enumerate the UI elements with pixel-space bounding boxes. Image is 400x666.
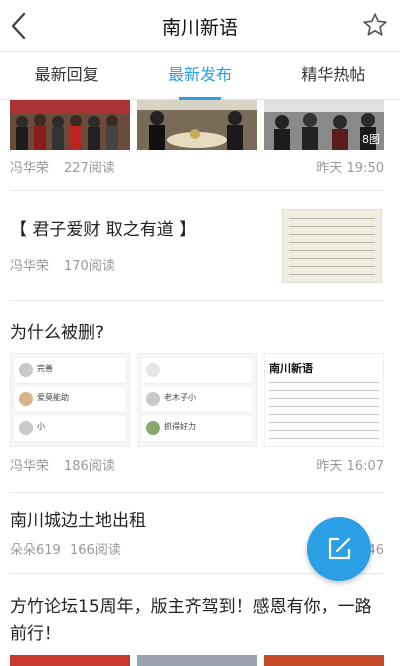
post-image <box>10 655 130 666</box>
app-screen: 南川新语 最新回复 最新发布 精华热帖 8图 冯华荣 227阅读 昨天 19:5… <box>0 0 400 666</box>
tab-bar: 最新回复 最新发布 精华热帖 <box>0 52 400 100</box>
post-author: 朵朵619 <box>10 543 61 558</box>
post-image: 完善 爱莫能助 小 <box>10 353 130 447</box>
post-meta: 冯华荣 170阅读 <box>10 258 275 276</box>
post-meta: 冯华荣 186阅读 昨天 16:07 <box>10 458 384 476</box>
post-image <box>10 100 130 150</box>
edit-icon <box>328 537 351 560</box>
favorite-button[interactable] <box>362 12 388 38</box>
tab-latest-post[interactable]: 最新发布 <box>133 52 266 100</box>
post-item[interactable]: 【 君子爱财 取之有道 】 冯华荣 170阅读 <box>10 191 384 301</box>
star-icon <box>363 13 387 36</box>
post-image: 南川新语 <box>264 353 384 447</box>
post-title: 为什么被删? <box>10 323 105 343</box>
post-item[interactable]: 为什么被删? 完善 爱莫能助 小 老木子小 抓得好力 南川新语 冯华荣 186阅… <box>10 301 384 491</box>
post-views: 227阅读 <box>64 161 115 176</box>
post-views: 166阅读 <box>70 543 121 558</box>
compose-button[interactable] <box>307 517 371 581</box>
post-item[interactable]: 8图 冯华荣 227阅读 昨天 19:50 <box>10 100 384 190</box>
post-image <box>264 655 384 666</box>
post-author: 冯华荣 <box>10 259 50 274</box>
tab-featured[interactable]: 精华热帖 <box>267 52 400 99</box>
post-image: 8图 <box>264 100 384 150</box>
post-author: 冯华荣 <box>10 459 50 474</box>
post-author: 冯华荣 <box>10 161 50 176</box>
post-time: 昨天 16:07 <box>316 459 384 474</box>
post-item[interactable]: 方竹论坛15周年，版主齐驾到！感恩有你，一路前行！ <box>10 574 384 666</box>
top-bar: 南川新语 <box>0 0 400 52</box>
post-image <box>282 209 382 283</box>
post-title: 方竹论坛15周年，版主齐驾到！感恩有你，一路前行！ <box>10 597 372 644</box>
post-image <box>137 655 257 666</box>
post-image: 老木子小 抓得好力 <box>137 353 257 447</box>
post-title: 南川城边土地出租 <box>10 511 146 531</box>
post-views: 186阅读 <box>64 459 115 474</box>
post-feed[interactable]: 8图 冯华荣 227阅读 昨天 19:50 【 君子爱财 取之有道 】 冯华荣 … <box>0 100 400 666</box>
image-count-badge: 8图 <box>362 133 380 146</box>
post-time: 昨天 19:50 <box>316 161 384 176</box>
tab-latest-reply[interactable]: 最新回复 <box>0 52 133 99</box>
post-meta: 冯华荣 227阅读 昨天 19:50 <box>10 160 384 178</box>
post-image <box>137 100 257 150</box>
post-title: 【 君子爱财 取之有道 】 <box>10 220 197 240</box>
page-title: 南川新语 <box>161 17 238 39</box>
post-views: 170阅读 <box>64 259 115 274</box>
